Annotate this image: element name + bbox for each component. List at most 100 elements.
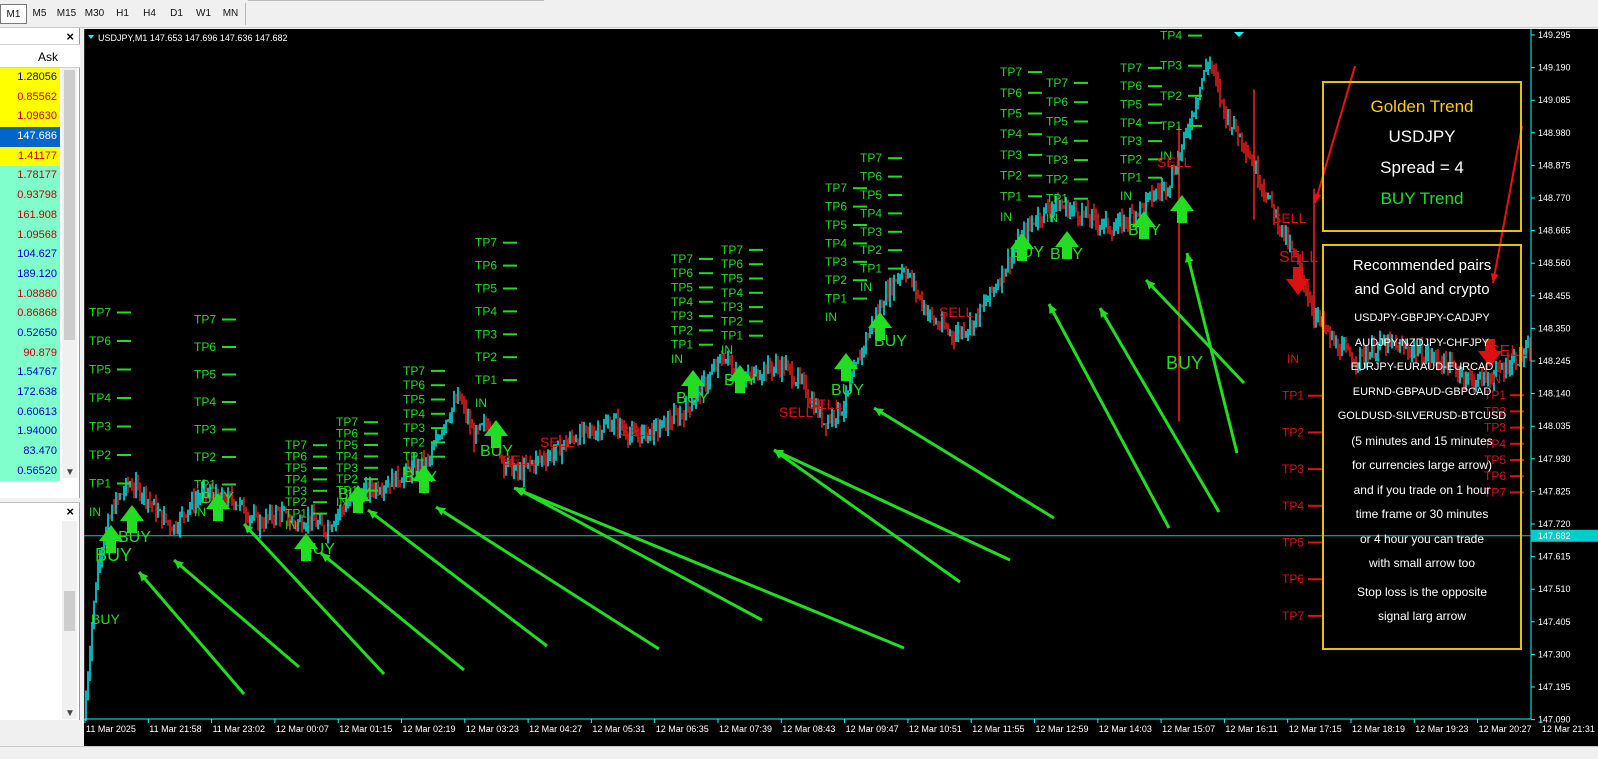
- price-tick-label: 149.085: [1538, 95, 1571, 105]
- market-watch-row[interactable]: 104.627: [0, 245, 60, 265]
- price-tick-label: 148.875: [1538, 160, 1571, 170]
- tp-label: TP3: [671, 309, 693, 323]
- market-watch-row[interactable]: 90.879: [0, 343, 60, 364]
- market-watch-row[interactable]: 0.60613: [0, 402, 60, 423]
- chart-menu-icon: [88, 35, 94, 39]
- note-line: Stop loss is the opposite: [1356, 584, 1488, 599]
- market-watch-row[interactable]: 189.120: [0, 264, 60, 285]
- tp-label: TP5: [89, 363, 111, 377]
- market-watch-row[interactable]: 1.54767: [0, 363, 60, 383]
- market-watch-row[interactable]: 0.52650: [0, 323, 60, 344]
- price-tick-label: 148.770: [1538, 193, 1571, 203]
- tp-label: TP6: [721, 257, 743, 271]
- scroll-down-icon[interactable]: ▼: [65, 708, 75, 719]
- time-tick-label: 12 Mar 20:27: [1479, 724, 1532, 734]
- scroll-down-icon[interactable]: ▼: [65, 467, 75, 478]
- close-icon[interactable]: ×: [66, 504, 74, 519]
- tp-label: TP5: [1120, 98, 1142, 112]
- market-watch-row[interactable]: 1.41177: [0, 146, 60, 167]
- tp-label: TP6: [825, 200, 847, 214]
- timeframe-d1[interactable]: D1: [163, 4, 190, 24]
- market-watch-row[interactable]: 1.08880: [0, 284, 60, 305]
- time-tick-label: 12 Mar 02:19: [403, 724, 456, 734]
- ask-list: 1.28056 0.85562 1.09630 147.686 1.41177 1.781…: [0, 68, 60, 482]
- timeframe-m1[interactable]: M1: [0, 4, 27, 24]
- time-tick-label: 12 Mar 05:31: [592, 724, 645, 734]
- annotation-arrow: [515, 486, 763, 622]
- price-chart[interactable]: 149.295 149.190 149.085 148.980 148.875 148.7…: [84, 29, 1598, 746]
- tp-label: TP6: [89, 334, 111, 348]
- tp-label: TP1: [475, 373, 497, 387]
- symbol-label: USDJPY: [1388, 127, 1456, 146]
- note-line: or 4 hour you can trade: [1359, 531, 1485, 546]
- sell-label: SELL: [620, 423, 654, 439]
- tp-label: TP2: [721, 314, 743, 328]
- timeframe-h4[interactable]: H4: [136, 4, 163, 24]
- entry-label: IN: [194, 505, 206, 519]
- tp-label: TP2: [194, 450, 216, 464]
- market-watch-scrollbar[interactable]: ▼: [62, 68, 77, 478]
- time-tick-label: 12 Mar 12:59: [1036, 724, 1089, 734]
- tp-label: TP7: [194, 313, 216, 327]
- timeframe-m30[interactable]: M30: [81, 4, 108, 24]
- market-watch-row[interactable]: 0.56520: [0, 461, 60, 482]
- timeframe-m5[interactable]: M5: [26, 4, 53, 24]
- navigator-scrollbar[interactable]: ▼: [62, 521, 77, 719]
- time-tick-label: 12 Mar 07:39: [719, 724, 772, 734]
- market-watch-row[interactable]: 161.908: [0, 205, 60, 226]
- pointer-arrowhead: [1313, 193, 1322, 203]
- buy-label: BUY: [95, 545, 132, 565]
- tp-label: TP1: [825, 292, 847, 306]
- ask-column-header[interactable]: Ask: [38, 50, 58, 64]
- market-watch-row[interactable]: 1.09568: [0, 225, 60, 246]
- market-watch-row[interactable]: 1.09630: [0, 107, 60, 128]
- entry-label: IN: [475, 396, 487, 410]
- price-tick-label: 147.405: [1538, 617, 1571, 627]
- note-line: time frame or 30 minutes: [1355, 507, 1489, 521]
- time-tick-label: 12 Mar 19:23: [1415, 724, 1468, 734]
- market-watch-row[interactable]: 1.94000: [0, 422, 60, 443]
- market-watch-row[interactable]: 1.78177: [0, 166, 60, 187]
- time-tick-label: 12 Mar 21:31: [1542, 724, 1595, 734]
- buy-label: BUY: [1128, 222, 1161, 239]
- tp-label: TP6: [860, 170, 882, 184]
- entry-label: IN: [825, 310, 837, 324]
- scroll-thumb[interactable]: [64, 70, 75, 340]
- timeframe-mn[interactable]: MN: [217, 4, 244, 24]
- sell-label: SELL: [939, 304, 973, 320]
- market-watch-row[interactable]: 0.93798: [0, 186, 60, 206]
- buy-label: BUY: [874, 333, 907, 350]
- timeframe-w1[interactable]: W1: [190, 4, 217, 24]
- time-tick-label: 12 Mar 16:11: [1225, 724, 1277, 734]
- recommend-heading-line1: Recommended pairs: [1352, 257, 1492, 274]
- tp-label: TP5: [671, 281, 693, 295]
- buy-label: BUY: [1166, 353, 1203, 373]
- time-tick-label: 12 Mar 04:27: [529, 724, 582, 734]
- note-line: with small arrow too: [1368, 556, 1476, 570]
- tp-label: TP3: [1000, 148, 1022, 162]
- price-tick-label: 147.825: [1538, 486, 1571, 496]
- note-line: for currencies large arrow): [1351, 458, 1493, 472]
- tp-label: TP1: [1160, 119, 1182, 133]
- tp-label: TP7: [721, 243, 743, 257]
- price-tick-label: 148.350: [1538, 323, 1571, 333]
- market-watch-row[interactable]: 147.686: [0, 127, 60, 147]
- price-tick-label: 148.140: [1538, 389, 1571, 399]
- market-watch-row[interactable]: 83.470: [0, 442, 60, 462]
- market-watch-row[interactable]: 0.86868: [0, 304, 60, 324]
- annotation-arrow: [773, 448, 1011, 562]
- timeframe-m15[interactable]: M15: [53, 4, 80, 24]
- tp-label: TP7: [336, 415, 358, 429]
- tp-label: TP7: [1282, 609, 1304, 623]
- tp-label: TP5: [860, 188, 882, 202]
- timeframe-h1[interactable]: H1: [109, 4, 136, 24]
- scroll-thumb[interactable]: [64, 591, 75, 631]
- market-watch-row[interactable]: 0.85562: [0, 87, 60, 108]
- tp-label: TP6: [403, 378, 425, 392]
- market-watch-row[interactable]: 1.28056: [0, 68, 60, 88]
- market-watch-header[interactable]: Ask: [0, 44, 80, 68]
- entry-label: IN: [1120, 189, 1132, 203]
- close-icon[interactable]: ×: [66, 29, 74, 44]
- market-watch-row[interactable]: 172.638: [0, 383, 60, 403]
- tp-label: TP3: [825, 255, 847, 269]
